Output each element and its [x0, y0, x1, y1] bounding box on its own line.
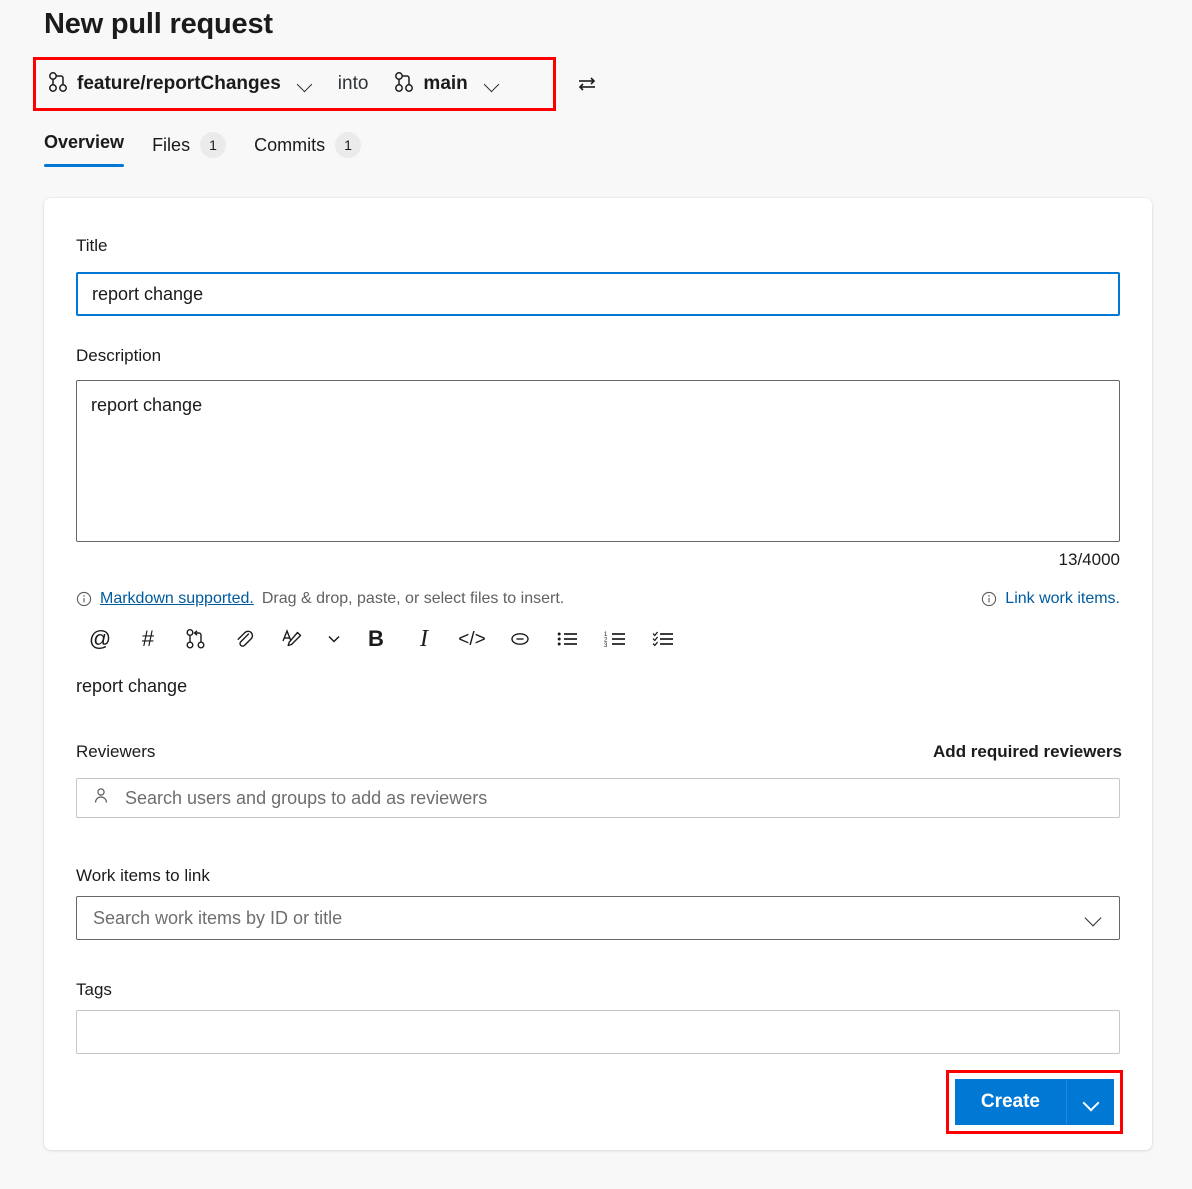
pull-request-icon[interactable]	[172, 618, 220, 660]
target-branch-selector[interactable]: main	[390, 69, 504, 100]
character-counter: 13/4000	[1059, 550, 1120, 570]
hash-glyph: #	[142, 628, 154, 650]
swap-branches-button[interactable]	[573, 70, 601, 98]
title-label: Title	[76, 236, 108, 256]
info-circle-icon	[76, 591, 92, 607]
italic-icon[interactable]: I	[400, 618, 448, 660]
svg-text:3: 3	[604, 643, 608, 649]
work-items-search-input[interactable]	[91, 907, 1083, 930]
tab-overview[interactable]: Overview	[44, 128, 124, 167]
chevron-down-icon[interactable]	[483, 75, 501, 93]
create-button-highlight: Create	[946, 1070, 1123, 1134]
chevron-down-icon[interactable]	[1083, 907, 1105, 929]
mention-glyph: @	[89, 628, 111, 650]
link-icon[interactable]	[496, 618, 544, 660]
create-dropdown-button[interactable]	[1066, 1079, 1114, 1125]
source-branch-name: feature/reportChanges	[77, 73, 281, 95]
swap-arrows-icon	[575, 72, 599, 96]
description-label: Description	[76, 346, 161, 366]
pull-request-tabs: Overview Files 1 Commits 1	[44, 128, 389, 172]
bulleted-list-icon[interactable]	[544, 618, 592, 660]
markdown-supported-link[interactable]: Markdown supported.	[100, 590, 254, 608]
tags-field[interactable]	[76, 1010, 1120, 1054]
tab-commits-label: Commits	[254, 135, 325, 156]
page-title: New pull request	[44, 8, 273, 41]
branch-icon	[48, 71, 68, 98]
text-color-icon[interactable]	[268, 618, 316, 660]
branch-selector-bar: feature/reportChanges into main	[44, 68, 505, 100]
attachment-icon[interactable]	[220, 618, 268, 660]
new-pull-request-page: New pull request feature/reportChanges i…	[0, 0, 1192, 1189]
info-circle-icon	[981, 591, 997, 607]
create-button-group: Create	[955, 1079, 1114, 1125]
reviewers-search-input[interactable]	[123, 787, 1105, 810]
bold-glyph: B	[368, 628, 384, 650]
chevron-down-icon	[1083, 1094, 1099, 1110]
tab-files-label: Files	[152, 135, 190, 156]
chevron-down-icon[interactable]	[296, 75, 314, 93]
source-branch-selector[interactable]: feature/reportChanges	[44, 69, 318, 100]
markdown-hint-text: Drag & drop, paste, or select files to i…	[262, 590, 564, 608]
tab-commits-count: 1	[335, 132, 361, 158]
tags-label: Tags	[76, 980, 112, 1000]
create-button[interactable]: Create	[955, 1079, 1066, 1125]
code-glyph: </>	[458, 630, 485, 649]
tab-overview-label: Overview	[44, 132, 124, 153]
tags-input[interactable]	[77, 1011, 1119, 1053]
link-work-items-link[interactable]: Link work items.	[981, 590, 1120, 608]
editor-helper-row: Markdown supported. Drag & drop, paste, …	[76, 590, 1120, 608]
add-required-reviewers-label[interactable]: Add required reviewers	[933, 742, 1122, 762]
bold-icon[interactable]: B	[352, 618, 400, 660]
target-branch-name: main	[423, 73, 467, 95]
description-input[interactable]	[76, 380, 1120, 542]
mention-icon[interactable]: @	[76, 618, 124, 660]
tab-files-count: 1	[200, 132, 226, 158]
description-preview-text: report change	[76, 676, 187, 697]
title-input[interactable]	[76, 272, 1120, 316]
hash-icon[interactable]: #	[124, 618, 172, 660]
reviewers-label: Reviewers	[76, 742, 155, 762]
code-icon[interactable]: </>	[448, 618, 496, 660]
checklist-icon[interactable]	[640, 618, 688, 660]
link-work-items-label: Link work items.	[1005, 590, 1120, 608]
tab-commits[interactable]: Commits 1	[254, 128, 361, 172]
person-icon	[91, 786, 111, 811]
work-items-label: Work items to link	[76, 866, 210, 886]
italic-glyph: I	[420, 627, 428, 651]
pull-request-form-card: Title Description 13/4000 Markdown suppo…	[44, 198, 1152, 1150]
work-items-search-field[interactable]	[76, 896, 1120, 940]
numbered-list-icon[interactable]: 1 2 3	[592, 618, 640, 660]
tab-files[interactable]: Files 1	[152, 128, 226, 172]
branch-icon	[394, 71, 414, 98]
into-label: into	[338, 73, 369, 95]
reviewers-search-field[interactable]	[76, 778, 1120, 818]
chevron-down-icon[interactable]	[316, 618, 352, 660]
markdown-toolbar: @ #	[76, 618, 688, 660]
